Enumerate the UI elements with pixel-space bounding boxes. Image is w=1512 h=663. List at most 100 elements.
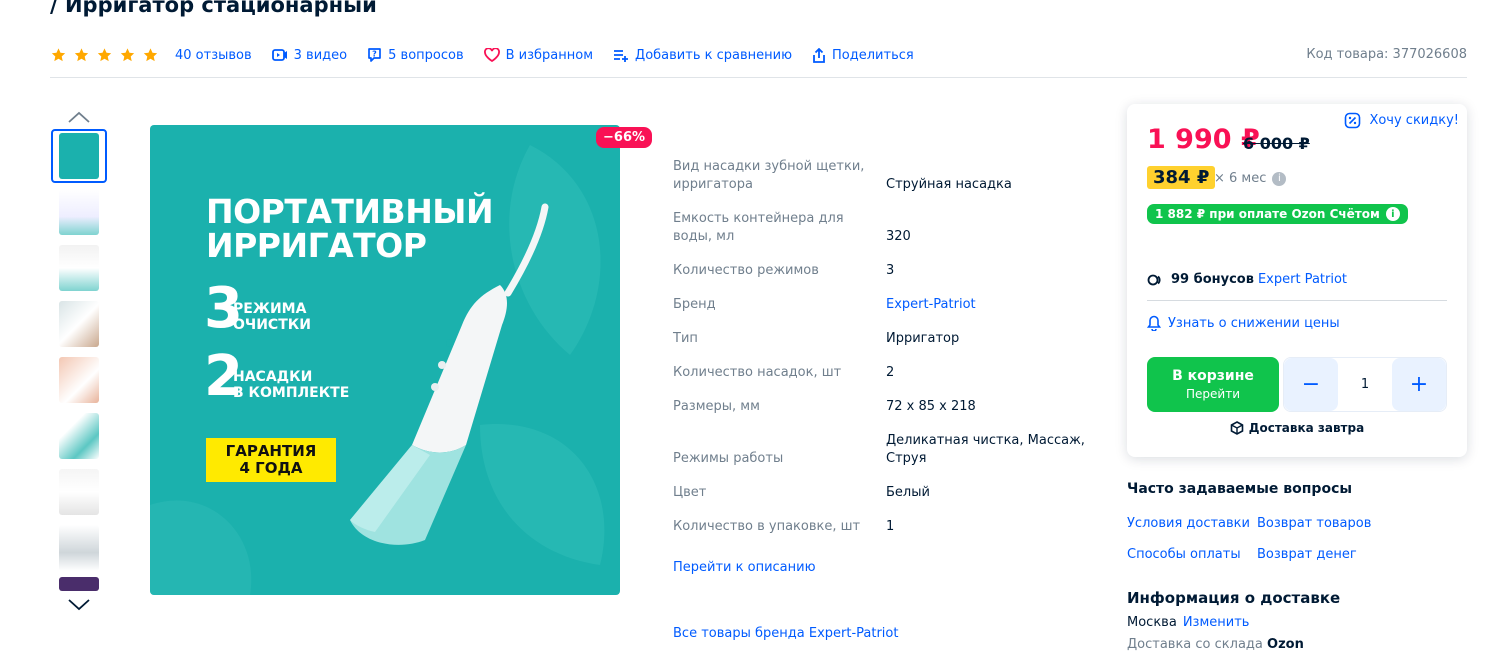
- product-main-image[interactable]: ПОРТАТИВНЫЙ ИРРИГАТОР 3 РЕЖИМА ОЧИСТКИ 2…: [150, 125, 620, 595]
- question-icon: ?: [368, 48, 381, 62]
- thumbnail-7[interactable]: [51, 465, 107, 519]
- thumbnail-gallery: [50, 105, 108, 617]
- spec-row: Режимы работы Деликатная чистка, Массаж,…: [673, 432, 1093, 468]
- faq-link-returns[interactable]: Возврат товаров: [1257, 516, 1371, 531]
- thumbnail-image: [59, 133, 99, 179]
- compare-button[interactable]: Добавить к сравнению: [613, 48, 792, 63]
- videos-count: 3 видео: [293, 47, 348, 63]
- spec-row: Вид насадки зубной щетки, ирригатора Стр…: [673, 158, 1093, 194]
- spec-label: Количество в упаковке, шт: [673, 519, 861, 534]
- want-discount-link[interactable]: Хочу скидку!: [1344, 112, 1459, 129]
- image-warranty-badge: ГАРАНТИЯ 4 ГОДА: [206, 438, 336, 482]
- want-discount-label: Хочу скидку!: [1369, 113, 1459, 128]
- spec-label: Количество режимов: [673, 263, 819, 278]
- spec-value: Деликатная чистка, Массаж, Струя: [886, 433, 1085, 466]
- thumbnail-9[interactable]: [51, 577, 107, 591]
- thumbnail-6[interactable]: [51, 409, 107, 463]
- star-icon: [51, 48, 66, 62]
- chevron-up-icon: [68, 111, 90, 123]
- spec-row: Размеры, мм 72 x 85 x 218: [673, 398, 1093, 416]
- installment-term: × 6 мес i: [1214, 171, 1287, 186]
- spec-row: Цвет Белый: [673, 484, 1093, 502]
- delivery-info-title: Информация о доставке: [1127, 589, 1341, 607]
- increase-quantity-button[interactable]: +: [1392, 358, 1446, 411]
- spec-value: 3: [886, 263, 895, 278]
- thumbs-down-button[interactable]: [50, 593, 108, 617]
- thumbnail-3[interactable]: [51, 241, 107, 295]
- box-icon: [1230, 421, 1244, 435]
- videos-link[interactable]: 3 видео: [271, 47, 348, 63]
- video-icon: [271, 49, 287, 61]
- bonus-count: 99 бонусов: [1171, 272, 1254, 287]
- star-icon: [74, 48, 89, 62]
- discount-badge: −66%: [596, 127, 653, 148]
- chevron-down-icon: [68, 599, 90, 611]
- in-cart-button[interactable]: В корзине Перейти: [1147, 357, 1279, 412]
- quantity-stepper: − 1 +: [1283, 357, 1447, 412]
- faq-link-payment[interactable]: Способы оплаты: [1127, 547, 1241, 562]
- thumbnail-image: [59, 413, 99, 459]
- thumbnail-4[interactable]: [51, 297, 107, 351]
- bonus-brand-link[interactable]: Expert Patriot: [1258, 272, 1347, 287]
- product-title: / Ирригатор стационарный: [50, 0, 377, 17]
- in-cart-label: В корзине: [1172, 368, 1254, 384]
- spec-value: Белый: [886, 485, 930, 500]
- change-city-link[interactable]: Изменить: [1183, 615, 1250, 630]
- product-sku[interactable]: Код товара: 377026608: [1306, 47, 1467, 62]
- questions-count: 5 вопросов: [388, 47, 464, 63]
- price-drop-notify-link[interactable]: Узнать о снижении цены: [1147, 315, 1340, 331]
- decrease-quantity-button[interactable]: −: [1284, 358, 1338, 411]
- old-price: 6 000 ₽: [1243, 134, 1310, 153]
- spec-label: Тип: [673, 331, 698, 346]
- thumbnail-8[interactable]: [51, 521, 107, 575]
- share-button[interactable]: Поделиться: [812, 47, 914, 63]
- faq-link-delivery-terms[interactable]: Условия доставки: [1127, 516, 1250, 531]
- thumbnail-image: [59, 301, 99, 347]
- thumbnail-image: [59, 525, 99, 571]
- bonus-icon: [1147, 274, 1161, 285]
- all-brand-products-link[interactable]: Все товары бренда Expert-Patriot: [673, 626, 898, 641]
- thumbnail-5[interactable]: [51, 353, 107, 407]
- faq-link-refund[interactable]: Возврат денег: [1257, 547, 1357, 562]
- quantity-value[interactable]: 1: [1338, 377, 1392, 392]
- image-nozzles-text: НАСАДКИ В КОМПЛЕКТЕ: [233, 369, 350, 401]
- ozon-account-label: 1 882 ₽ при оплате Ozon Счётом: [1155, 207, 1380, 221]
- bell-icon: [1147, 315, 1161, 331]
- thumbnail-2[interactable]: [51, 185, 107, 239]
- installment-price[interactable]: 384 ₽: [1147, 166, 1216, 189]
- spec-row: Количество насадок, шт 2: [673, 364, 1093, 382]
- installment-term-label: × 6 мес: [1214, 171, 1267, 186]
- compare-icon: [614, 50, 629, 62]
- spec-row: Тип Ирригатор: [673, 330, 1093, 348]
- faq-title: Часто задаваемые вопросы: [1127, 481, 1353, 497]
- questions-link[interactable]: ? 5 вопросов: [367, 47, 464, 63]
- spec-label: Цвет: [673, 485, 707, 500]
- spec-label: Количество насадок, шт: [673, 365, 842, 380]
- go-to-description-link[interactable]: Перейти к описанию: [673, 560, 816, 575]
- go-to-cart-label: Перейти: [1186, 387, 1240, 401]
- spec-value: 1: [886, 519, 895, 534]
- thumbnail-image: [59, 357, 99, 403]
- share-icon: [813, 47, 825, 63]
- thumbs-up-button[interactable]: [50, 105, 108, 129]
- spec-label: Емкость контейнера для воды, мл: [673, 211, 844, 244]
- image-modes-text: РЕЖИМА ОЧИСТКИ: [233, 301, 311, 333]
- brand-link[interactable]: Expert-Patriot: [886, 296, 1086, 314]
- compare-label: Добавить к сравнению: [635, 47, 793, 63]
- star-icon: [97, 48, 112, 62]
- image-headline: ПОРТАТИВНЫЙ ИРРИГАТОР: [206, 192, 494, 265]
- thumbnail-image: [59, 245, 99, 291]
- spec-value: Ирригатор: [886, 331, 960, 346]
- heart-icon: [483, 48, 500, 62]
- rating-reviews-link[interactable]: 40 отзывов: [50, 47, 252, 63]
- spec-label: Размеры, мм: [673, 399, 760, 414]
- info-icon[interactable]: i: [1272, 171, 1287, 186]
- star-icon: [120, 48, 135, 62]
- thumbnail-1[interactable]: [51, 129, 107, 183]
- star-icon: [143, 48, 158, 62]
- favorite-button[interactable]: В избранном: [483, 48, 593, 63]
- bonus-info: 99 бонусов Expert Patriot: [1147, 272, 1347, 287]
- ozon-account-price[interactable]: 1 882 ₽ при оплате Ozon Счётом i: [1147, 204, 1408, 224]
- spec-value: 72 x 85 x 218: [886, 399, 976, 414]
- share-label: Поделиться: [832, 47, 914, 63]
